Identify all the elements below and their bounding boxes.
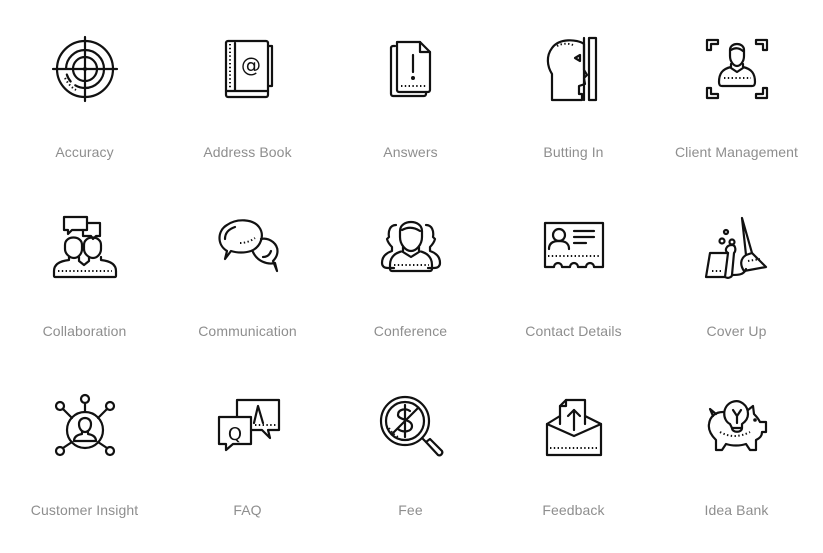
id-card-icon <box>539 213 609 283</box>
icon-label: Cover Up <box>706 323 767 339</box>
people-chat-icon <box>50 213 120 283</box>
group-people-icon <box>376 213 446 283</box>
icon-card-fee[interactable]: Fee <box>329 358 492 537</box>
icon-card-idea-bank[interactable]: Idea Bank <box>655 358 818 537</box>
icon-label: Idea Bank <box>704 502 769 518</box>
icon-card-cover-up[interactable]: Cover Up <box>655 179 818 358</box>
target-crosshair-icon <box>50 34 120 104</box>
client-frame-icon <box>702 34 772 104</box>
broom-carpet-icon <box>702 213 772 283</box>
svg-text:@: @ <box>241 53 261 77</box>
icon-label: Address Book <box>203 144 292 160</box>
icon-label: Contact Details <box>525 323 622 339</box>
address-book-icon: @ <box>213 34 283 104</box>
icon-card-contact-details[interactable]: Contact Details <box>492 179 655 358</box>
document-exclamation-icon <box>376 34 446 104</box>
icon-card-communication[interactable]: Communication <box>166 179 329 358</box>
icon-card-address-book[interactable]: @ Address Book <box>166 0 329 179</box>
icon-label: FAQ <box>233 502 262 518</box>
icon-label: Conference <box>373 323 448 339</box>
icon-card-customer-insight[interactable]: Customer Insight <box>3 358 166 537</box>
icon-card-conference[interactable]: Conference <box>329 179 492 358</box>
icon-card-client-management[interactable]: Client Management <box>655 0 818 179</box>
icon-label: Answers <box>383 144 438 160</box>
dollar-search-icon <box>376 392 446 462</box>
icon-card-collaboration[interactable]: Collaboration <box>3 179 166 358</box>
icon-label: Feedback <box>542 502 605 518</box>
icon-label: Customer Insight <box>30 502 139 518</box>
question-answer-icon: Q <box>213 392 283 462</box>
envelope-upload-icon <box>539 392 609 462</box>
icon-label: Fee <box>398 502 423 518</box>
speech-bubbles-icon <box>213 213 283 283</box>
icon-label: Collaboration <box>42 323 127 339</box>
piggy-bulb-icon <box>702 392 772 462</box>
customer-network-icon <box>50 392 120 462</box>
icon-label: Butting In <box>543 144 604 160</box>
icon-card-faq[interactable]: Q FAQ <box>166 358 329 537</box>
icon-card-answers[interactable]: Answers <box>329 0 492 179</box>
icon-label: Communication <box>198 323 297 339</box>
head-wall-icon <box>539 34 609 104</box>
icon-card-accuracy[interactable]: Accuracy <box>3 0 166 179</box>
icon-grid: Accuracy @ Address Book Answers Butting … <box>0 0 823 553</box>
icon-label: Client Management <box>674 144 799 160</box>
icon-label: Accuracy <box>55 144 114 160</box>
icon-card-feedback[interactable]: Feedback <box>492 358 655 537</box>
svg-text:Q: Q <box>227 424 241 445</box>
icon-card-butting-in[interactable]: Butting In <box>492 0 655 179</box>
